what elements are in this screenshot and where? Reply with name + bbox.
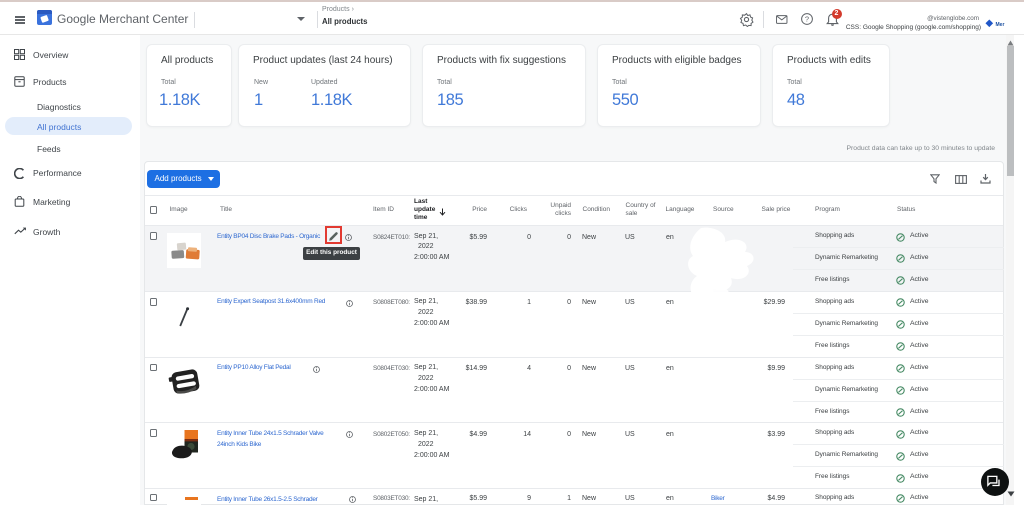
svg-text:Mer: Mer	[996, 22, 1005, 28]
svg-text:?: ?	[805, 15, 809, 24]
